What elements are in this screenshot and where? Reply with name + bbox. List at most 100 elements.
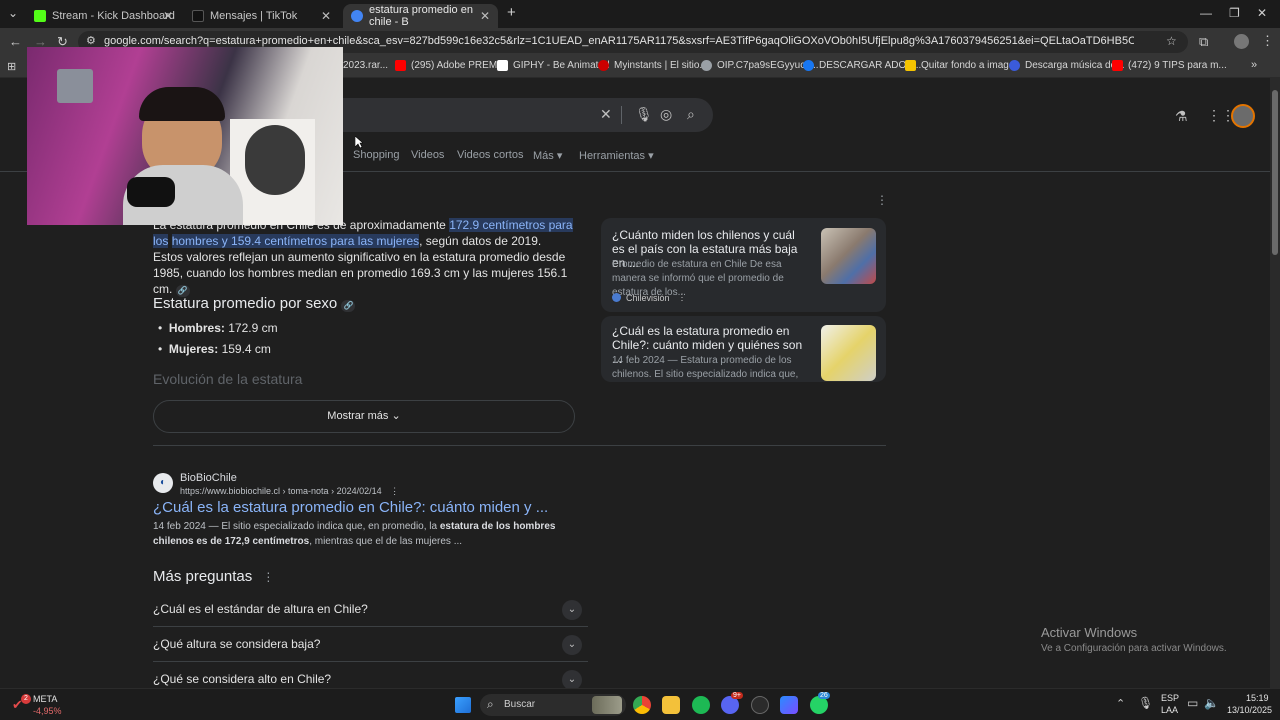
profile-avatar[interactable] [1234, 34, 1249, 49]
obs-icon[interactable] [751, 696, 769, 714]
minimize-button[interactable]: — [1200, 6, 1212, 20]
question-text: ¿Qué se considera alto en Chile? [153, 672, 332, 686]
clear-icon[interactable]: ✕ [600, 106, 612, 123]
bookmark-item[interactable]: OIP.C7pa9sEGyyucs... [701, 60, 819, 71]
paa-question[interactable]: ¿Qué altura se considera baja? ⌄ [153, 627, 588, 662]
app-icon[interactable] [780, 696, 798, 714]
globe-icon [701, 60, 712, 71]
result-snippet: 14 feb 2024 — El sitio especializado ind… [153, 519, 593, 549]
paa-question[interactable]: ¿Cuál es el estándar de altura en Chile?… [153, 592, 588, 627]
file-explorer-icon[interactable] [662, 696, 680, 714]
network-icon[interactable]: ▭ [1187, 696, 1198, 710]
maximize-button[interactable]: ❐ [1229, 6, 1240, 20]
chilevision-icon [612, 293, 621, 302]
youtube-icon [395, 60, 406, 71]
result-title-link[interactable]: ¿Cuál es la estatura promedio en Chile?:… [153, 499, 548, 516]
bookmark-item[interactable]: 2023.rar... [343, 60, 388, 71]
bookmark-item[interactable]: Myinstants | El sitio... [598, 60, 708, 71]
more-options-icon[interactable]: ⋮ [262, 570, 274, 584]
url-text: https://www.biobiochile.cl › toma-nota ›… [180, 486, 382, 496]
taskbar-search[interactable]: ⌕ Buscar [480, 694, 626, 716]
tab-tiktok[interactable]: Mensajes | TikTok ✕ [184, 4, 339, 28]
bookmark-item[interactable]: Descarga música de... [1009, 60, 1125, 71]
search-input[interactable]: ✕ 🎙 ◎ ⌕ [300, 98, 713, 132]
side-card[interactable]: ¿Cuánto miden los chilenos y cuál es el … [601, 218, 886, 312]
paa-question[interactable]: ¿Qué se considera alto en Chile? ⌄ [153, 662, 588, 688]
bookmark-item[interactable]: (472) 9 TIPS para m... [1112, 60, 1227, 71]
card-thumbnail [821, 228, 876, 284]
more-options-icon[interactable]: ⋮ [876, 193, 888, 207]
snippet-text: 14 feb 2024 — El sitio especializado ind… [153, 521, 440, 532]
show-more-button[interactable]: Mostrar más ⌄ [153, 400, 575, 433]
search-icon[interactable]: ⌕ [687, 106, 695, 123]
chrome-icon[interactable] [633, 696, 651, 714]
result-site-name[interactable]: BioBioChile [180, 472, 237, 484]
close-icon[interactable]: ✕ [480, 9, 490, 23]
more-bookmarks-icon[interactable]: » [1251, 59, 1257, 71]
anime-figure [245, 125, 305, 195]
volume-icon[interactable]: 🔈 [1204, 696, 1219, 710]
bookmark-item[interactable]: (295) Adobe PREMI... [395, 60, 508, 71]
bullet-value: 172.9 cm [224, 321, 278, 335]
back-icon[interactable]: ← [9, 34, 22, 49]
clock-time[interactable]: 15:19 [1246, 693, 1269, 703]
labs-flask-icon[interactable]: ⚗ [1175, 108, 1188, 125]
tab-search-icon[interactable]: ⌄ [8, 6, 18, 20]
scrollbar-thumb[interactable] [1272, 90, 1278, 255]
snippet-text: , mientras que el de las mujeres ... [309, 536, 463, 547]
myinstants-icon [598, 60, 609, 71]
side-card[interactable]: ¿Cuál es la estatura promedio en Chile?:… [601, 316, 886, 382]
bookmark-label: Myinstants | El sitio... [614, 60, 708, 71]
site-info-icon[interactable]: ⚙ [86, 34, 96, 47]
bookmark-item[interactable]: GIPHY - Be Animated [497, 60, 610, 71]
bookmark-item[interactable]: DESCARGAR ADOB... [803, 60, 921, 71]
tab-more[interactable]: Más ▾ [533, 149, 562, 162]
link-icon[interactable]: 🔗 [341, 300, 356, 312]
menu-icon[interactable]: ⋮ [1261, 33, 1274, 49]
bookmark-label: 2023.rar... [343, 60, 389, 71]
tiktok-icon [192, 10, 204, 22]
tab-kick[interactable]: Stream - Kick Dashboard ✕ [26, 4, 181, 28]
stock-name: META [33, 694, 58, 704]
more-options-icon[interactable]: ⋮ [678, 292, 687, 303]
result-url[interactable]: https://www.biobiochile.cl › toma-nota ›… [180, 486, 399, 497]
microphone-icon[interactable]: 🎙 [635, 106, 653, 123]
more-options-icon[interactable]: ⋮ [390, 486, 399, 496]
tab-short-videos[interactable]: Videos cortos [457, 149, 523, 161]
new-tab-button[interactable]: + [507, 4, 516, 21]
google-icon [351, 10, 363, 22]
close-icon[interactable]: ✕ [163, 9, 173, 23]
source-label: Chilevisión [626, 292, 670, 303]
windows-taskbar: ✔ 2 META -4,95% ⌕ Buscar 9+ 26 ⌃ 🎙 ESP L… [0, 688, 1280, 720]
card-thumbnail [821, 325, 876, 381]
tab-videos[interactable]: Videos [411, 149, 444, 161]
faded-heading: Evolución de la estatura [153, 371, 303, 387]
tab-google[interactable]: estatura promedio en chile - B ✕ [343, 4, 498, 28]
lens-icon[interactable]: ◎ [660, 106, 672, 123]
chevron-down-icon: ⌄ [391, 410, 401, 422]
account-avatar[interactable] [1231, 104, 1255, 128]
spotify-icon[interactable] [692, 696, 710, 714]
tab-tools[interactable]: Herramientas ▾ [579, 149, 654, 162]
apps-icon[interactable]: ⊞ [7, 60, 16, 73]
tray-overflow-icon[interactable]: ⌃ [1116, 697, 1125, 710]
question-text: ¿Qué altura se considera baja? [153, 637, 321, 651]
clock-date[interactable]: 13/10/2025 [1227, 705, 1272, 715]
extensions-icon[interactable]: ⧉ [1199, 34, 1208, 50]
overview-paragraph: La estatura promedio en Chile es de apro… [153, 217, 573, 297]
window-close-button[interactable]: ✕ [1257, 6, 1267, 20]
close-icon[interactable]: ✕ [321, 9, 331, 23]
bookmark-star-icon[interactable]: ☆ [1166, 34, 1177, 48]
card-snippet: 14 feb 2024 — Estatura promedio de los c… [612, 355, 799, 380]
tab-shopping[interactable]: Shopping [353, 149, 400, 161]
section-divider [153, 445, 886, 446]
scrollbar[interactable] [1270, 78, 1280, 688]
bookmark-item[interactable]: Quitar fondo a imag... [905, 60, 1017, 71]
microphone-icon[interactable]: 🎙 [1138, 696, 1153, 710]
search-highlight-image [592, 696, 622, 714]
mouse-cursor-icon [355, 136, 363, 148]
microphone [127, 177, 175, 207]
language-indicator[interactable]: ESP [1161, 693, 1179, 703]
windows-start-icon[interactable] [455, 697, 471, 713]
keyboard-layout[interactable]: LAA [1161, 705, 1178, 715]
